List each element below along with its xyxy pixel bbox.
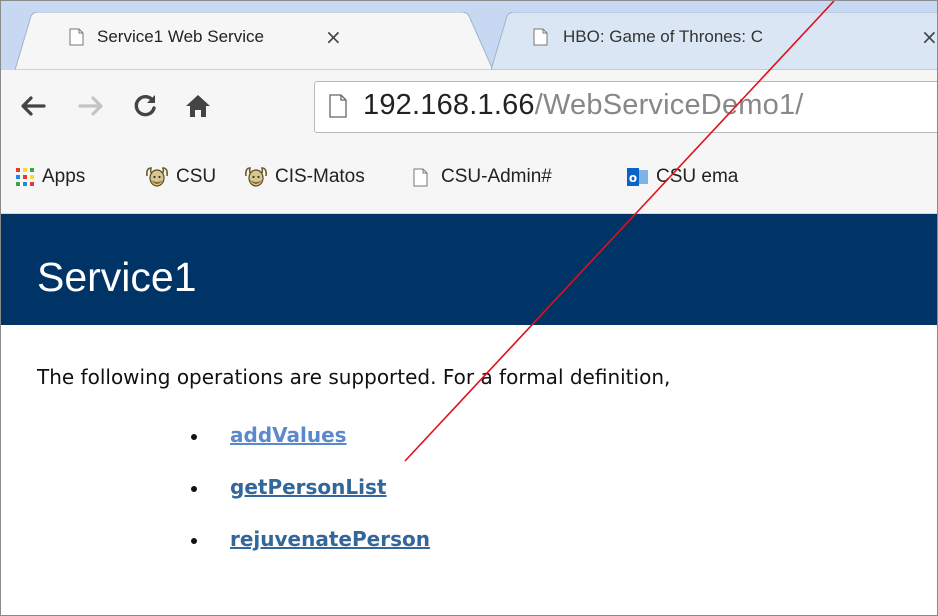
- tab-title: HBO: Game of Thrones: C: [563, 27, 763, 46]
- outlook-icon: o: [627, 168, 648, 186]
- page-icon: [413, 168, 428, 186]
- reload-button[interactable]: [127, 84, 163, 128]
- close-tab-icon[interactable]: ×: [921, 25, 937, 49]
- bullet-icon: [191, 538, 197, 544]
- forward-button[interactable]: [73, 84, 109, 128]
- tab-service1[interactable]: Service1 Web Service ×: [15, 12, 493, 70]
- operation-link-getpersonlist[interactable]: getPersonList: [230, 475, 386, 499]
- reload-icon: [134, 94, 156, 117]
- bookmark-csu-admin[interactable]: CSU-Admin#: [413, 162, 552, 192]
- apps-grid-icon: [16, 168, 34, 186]
- bookmark-cis-matos[interactable]: CIS-Matos: [244, 162, 365, 192]
- toolbar: 192.168.1.66/WebServiceDemo1/: [1, 70, 937, 144]
- operation-link-addvalues[interactable]: addValues: [230, 423, 347, 447]
- viking-icon: [245, 167, 267, 187]
- bookmark-label: Apps: [42, 166, 86, 187]
- page-title: Service1: [37, 254, 197, 300]
- svg-text:o: o: [629, 171, 637, 185]
- operation-link-rejuvenateperson[interactable]: rejuvenatePerson: [230, 527, 430, 551]
- bullet-icon: [191, 486, 197, 492]
- back-button[interactable]: [15, 84, 51, 128]
- page-header: Service1: [1, 214, 937, 325]
- bookmark-csu-email[interactable]: o CSU ema: [627, 162, 738, 192]
- home-icon: [186, 95, 210, 117]
- bookmark-label: CSU ema: [656, 166, 739, 187]
- tab-title: Service1 Web Service: [97, 27, 264, 46]
- url-host: 192.168.1.66: [363, 89, 535, 121]
- back-arrow-icon: [21, 96, 46, 116]
- bookmark-label: CSU: [176, 166, 217, 187]
- page-icon: [533, 28, 548, 46]
- bookmarks-bar: Apps CSU CIS-Matos CSU-Admin# o CSU ema: [1, 143, 937, 214]
- bookmark-apps[interactable]: Apps: [15, 162, 85, 192]
- bookmark-label: CSU-Admin#: [441, 166, 552, 187]
- forward-arrow-icon: [78, 96, 103, 116]
- url-path: /WebServiceDemo1/: [534, 89, 804, 121]
- intro-text: The following operations are supported. …: [37, 365, 671, 389]
- bookmark-label: CIS-Matos: [275, 166, 365, 187]
- browser-window: Service1 Web Service × HBO: Game of Thro…: [0, 0, 938, 616]
- bullet-icon: [191, 434, 197, 440]
- tab-strip: Service1 Web Service × HBO: Game of Thro…: [1, 1, 937, 70]
- page-icon: [69, 28, 84, 46]
- bookmark-csu[interactable]: CSU: [145, 162, 216, 192]
- page-icon: [329, 94, 347, 118]
- home-button[interactable]: [179, 84, 217, 128]
- tab-hbo[interactable]: HBO: Game of Thrones: C ×: [491, 12, 937, 70]
- url-text: 192.168.1.66/WebServiceDemo1/: [363, 89, 804, 122]
- viking-icon: [146, 167, 168, 187]
- close-tab-icon[interactable]: ×: [325, 25, 342, 49]
- address-bar[interactable]: 192.168.1.66/WebServiceDemo1/: [314, 81, 937, 133]
